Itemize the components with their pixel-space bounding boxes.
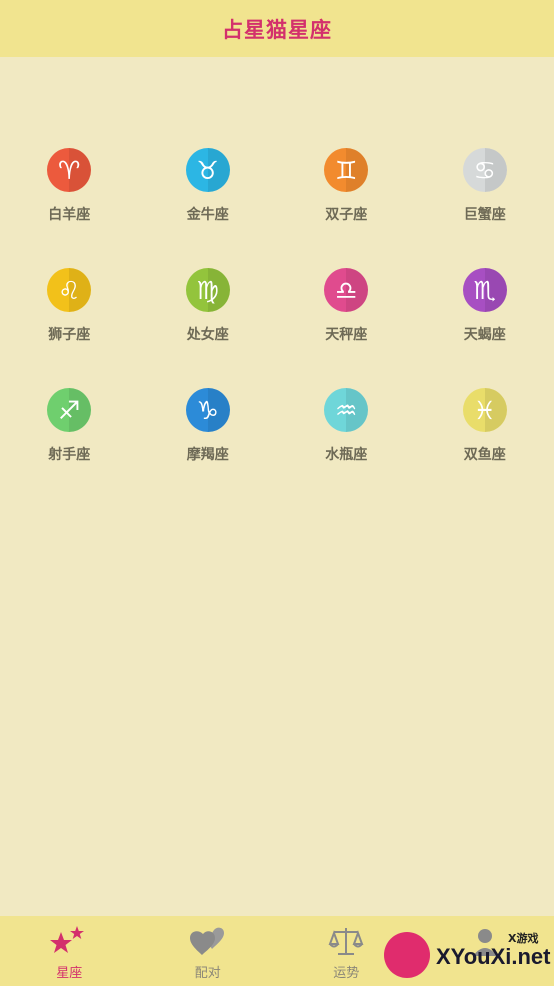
sign-label: 双子座	[325, 207, 368, 223]
sign-pisces[interactable]: ♓ 双鱼座	[416, 388, 554, 508]
tab-label: 运势	[333, 966, 360, 981]
virgo-icon: ♍	[185, 268, 230, 312]
sign-capricorn[interactable]: ♑ 摩羯座	[139, 388, 278, 508]
sign-label: 狮子座	[48, 327, 91, 343]
sagittarius-icon: ♐	[47, 388, 92, 432]
sign-label: 巨蟹座	[463, 207, 506, 223]
scorpio-icon: ♏	[462, 268, 507, 312]
gamepad-logo-icon	[384, 932, 430, 978]
tab-label: 星座	[56, 966, 83, 981]
watermark-text: XYouXi.net	[436, 944, 551, 969]
scales-icon	[328, 928, 364, 955]
tab-match[interactable]: 配对	[139, 916, 278, 986]
capricorn-icon: ♑	[185, 388, 230, 432]
sign-aquarius[interactable]: ♒ 水瓶座	[277, 388, 416, 508]
zodiac-grid: ♈ 白羊座 ♉ 金牛座 ♊ 双子座 ♋ 巨蟹座 ♌ 狮子座 ♍ 处女座 ♎ 天秤…	[0, 148, 554, 508]
sign-label: 摩羯座	[186, 447, 229, 463]
sign-label: 双鱼座	[463, 447, 506, 463]
sign-leo[interactable]: ♌ 狮子座	[0, 268, 139, 388]
sign-virgo[interactable]: ♍ 处女座	[139, 268, 278, 388]
cancer-icon: ♋	[462, 148, 507, 192]
sign-label: 天秤座	[325, 327, 368, 343]
aquarius-icon: ♒	[324, 388, 369, 432]
aries-icon: ♈	[47, 148, 92, 192]
leo-icon: ♌	[47, 268, 92, 312]
sign-cancer[interactable]: ♋ 巨蟹座	[416, 148, 554, 268]
sign-label: 处女座	[186, 327, 229, 343]
sign-label: 水瓶座	[325, 447, 368, 463]
libra-icon: ♎	[324, 268, 369, 312]
gemini-icon: ♊	[324, 148, 369, 192]
hearts-icon	[189, 927, 224, 955]
tab-label: 配对	[194, 966, 221, 981]
sign-gemini[interactable]: ♊ 双子座	[277, 148, 416, 268]
stars-icon	[50, 926, 85, 953]
app-header: 占星猫星座	[0, 0, 554, 57]
site-watermark: X游戏 XYouXi.net	[384, 928, 551, 984]
page-title: 占星猫星座	[222, 17, 332, 42]
sign-scorpio[interactable]: ♏ 天蝎座	[416, 268, 554, 388]
sign-sagittarius[interactable]: ♐ 射手座	[0, 388, 139, 508]
sign-label: 射手座	[48, 447, 91, 463]
taurus-icon: ♉	[185, 148, 230, 192]
sign-label: 天蝎座	[463, 327, 506, 343]
sign-aries[interactable]: ♈ 白羊座	[0, 148, 139, 268]
tab-zodiac[interactable]: 星座	[0, 916, 139, 986]
sign-libra[interactable]: ♎ 天秤座	[277, 268, 416, 388]
pisces-icon: ♓	[462, 388, 507, 432]
sign-label: 白羊座	[48, 207, 91, 223]
sign-label: 金牛座	[186, 207, 229, 223]
sign-taurus[interactable]: ♉ 金牛座	[139, 148, 278, 268]
